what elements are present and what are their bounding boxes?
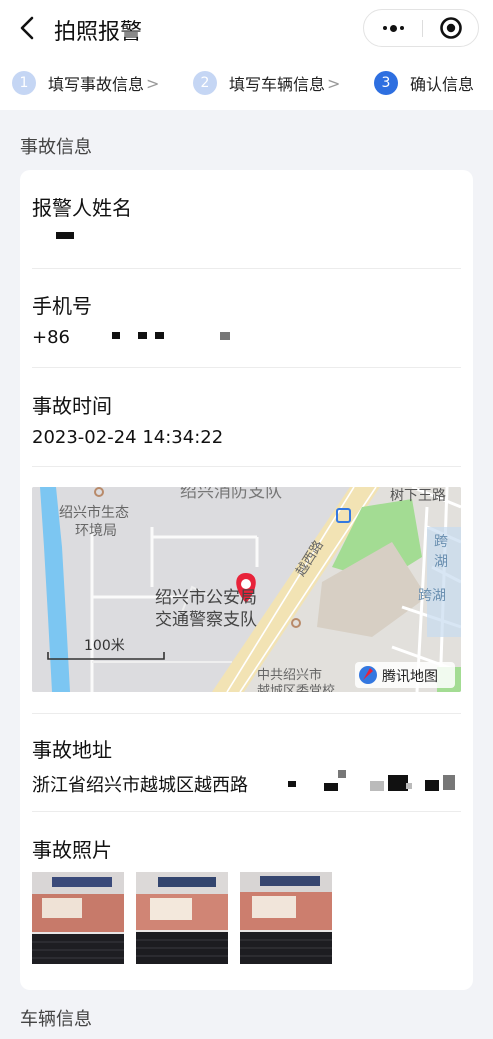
map-label-school: 越城区委党校 <box>257 684 336 692</box>
location-map[interactable]: 绍兴消防支队 绍兴市生态 环境局 绍兴市公安局 交通警察支队 越西路 树下王路 … <box>32 487 461 692</box>
map-label-fire: 绍兴消防支队 <box>180 487 282 502</box>
divider <box>32 466 461 467</box>
step-arrow: > <box>327 73 341 93</box>
redacted-value <box>370 781 384 791</box>
more-dots-icon[interactable] <box>364 10 422 46</box>
divider <box>32 713 461 714</box>
redacted-value <box>112 332 120 339</box>
divider <box>32 268 461 269</box>
step-number: 1 <box>12 71 36 95</box>
accident-info-card: 报警人姓名 手机号 +86 事故时间 2023-02-24 14:34:22 绍… <box>20 170 473 990</box>
map-label-area: 跨湖 <box>434 534 448 570</box>
map-label-area: 跨湖 <box>418 588 446 604</box>
page-title: 拍照报警 <box>54 20 143 45</box>
map-label-eco: 绍兴市生态 <box>59 505 129 521</box>
redacted-value <box>338 770 346 778</box>
step-arrow: > <box>146 73 160 93</box>
field-label: 事故照片 <box>32 838 112 862</box>
field-label: 报警人姓名 <box>32 196 132 220</box>
step-number: 2 <box>193 71 217 95</box>
close-target-icon[interactable] <box>423 10 479 46</box>
accident-photo[interactable] <box>136 872 228 964</box>
nav-bar: 拍照报警 <box>0 0 493 56</box>
step-indicator: 1 填写事故信息 > 2 填写车辆信息 > 3 确认信息 <box>0 56 493 110</box>
map-provider-logo: 腾讯地图 <box>382 669 438 685</box>
step-label: 确认信息 <box>410 75 475 94</box>
redacted-value <box>406 783 412 789</box>
map-label-eco: 环境局 <box>75 523 117 539</box>
redacted-value <box>288 781 296 787</box>
vehicle-section-title: 车辆信息 <box>20 1009 92 1030</box>
accident-section-title: 事故信息 <box>20 137 92 158</box>
redacted-value <box>220 332 230 340</box>
accident-photo[interactable] <box>32 872 124 964</box>
accident-photo[interactable] <box>240 872 332 964</box>
step-label: 填写车辆信息 <box>229 75 326 94</box>
map-label-police: 交通警察支队 <box>155 610 257 630</box>
redacted-value <box>324 783 338 791</box>
phone-field: 手机号 +86 <box>32 290 462 348</box>
step-1: 1 填写事故信息 > <box>12 70 159 96</box>
field-value: +86 <box>32 327 70 348</box>
mini-program-capsule <box>363 9 479 47</box>
redacted-value <box>388 775 408 791</box>
photo-list <box>32 872 332 964</box>
accident-time-field: 事故时间 2023-02-24 14:34:22 <box>32 390 462 448</box>
divider <box>32 811 461 812</box>
map-label-street: 树下王路 <box>390 488 446 504</box>
step-3-active: 3 确认信息 <box>374 70 474 96</box>
redacted-value <box>56 232 74 239</box>
field-label: 手机号 <box>32 294 92 318</box>
redacted-value <box>138 332 147 339</box>
step-2: 2 填写车辆信息 > <box>193 70 340 96</box>
redacted-value <box>155 332 164 339</box>
map-scale-label: 100米 <box>84 638 125 654</box>
field-label: 事故时间 <box>32 394 112 418</box>
step-number: 3 <box>374 71 398 95</box>
back-arrow-icon[interactable] <box>14 12 42 44</box>
field-label: 事故地址 <box>32 738 112 762</box>
redacted-value <box>443 775 455 790</box>
step-label: 填写事故信息 <box>48 75 145 94</box>
divider <box>32 367 461 368</box>
field-value: 2023-02-24 14:34:22 <box>32 427 224 448</box>
reporter-name-field: 报警人姓名 <box>32 192 462 221</box>
redacted-value <box>425 780 439 791</box>
accident-photos-field: 事故照片 <box>32 834 462 863</box>
